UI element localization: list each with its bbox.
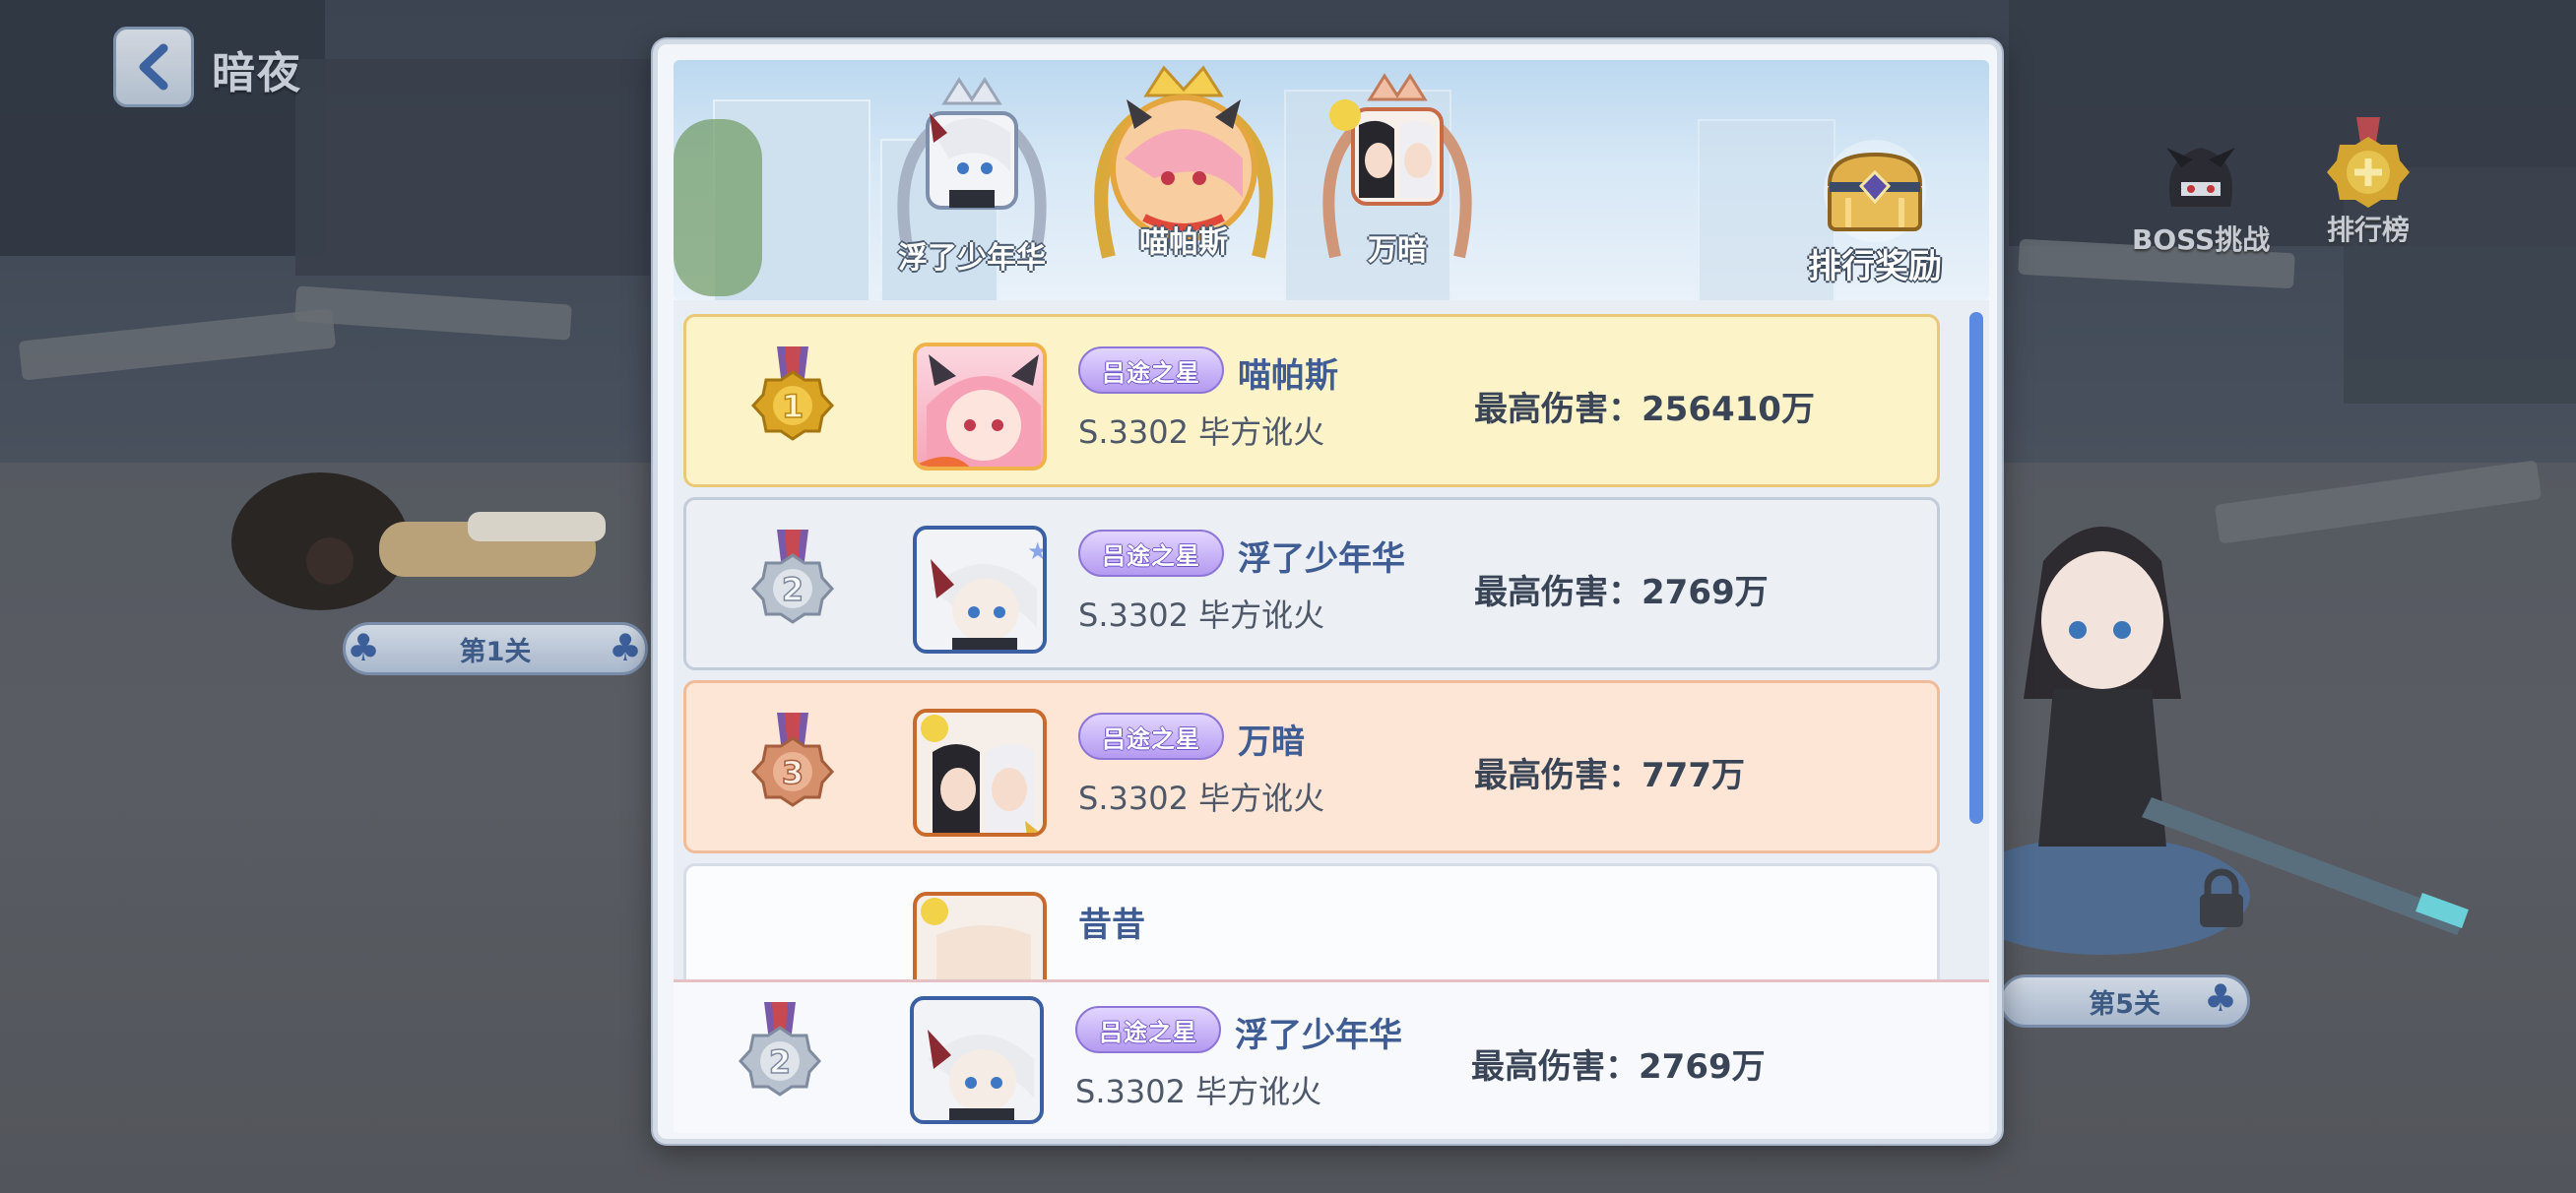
back-button[interactable] [113,27,194,107]
medal-rank-text: 2 [769,1043,791,1081]
podium-third-name: 万暗 [1368,233,1427,268]
chevron-left-icon [139,43,168,91]
stage-5-label: 第5关 [2089,988,2160,1020]
list-scrollbar[interactable] [1969,312,1983,824]
player-avatar[interactable] [913,343,1047,471]
player-name: 万暗 [1238,722,1305,762]
player-name: 喵帕斯 [1238,356,1338,396]
podium-first-place[interactable]: 喵帕斯 [1085,60,1282,261]
player-avatar[interactable] [913,892,1047,979]
medal-rank-text: 1 [782,388,804,425]
title-badge: 吕途之星 [1078,530,1224,577]
player-max-damage: 最高伤害：777万 [1474,756,1745,795]
bronze-medal-icon: 3 [750,713,835,807]
ranking-row-1[interactable]: 1 吕途之星 喵帕斯 S.3302 毕方讹火 最高伤害：256410万 [683,314,1940,487]
stage-title: 暗夜 [212,48,302,98]
podium-second-name: 浮了少年华 [898,241,1046,276]
treasure-chest-icon [1824,140,1926,242]
player-server: S.3302 毕方讹火 [1078,780,1325,817]
my-server: S.3302 毕方讹火 [1075,1073,1322,1110]
lock-icon [2194,866,2249,935]
my-max-damage: 最高伤害：2769万 [1471,1047,1766,1087]
silver-medal-icon: 2 [738,1002,822,1097]
club-icon: ♣ [609,626,643,669]
my-ranking-row: 2 吕途之星 浮了少年华 S.3302 毕方讹火 最高伤害：2769万 [674,979,1989,1133]
ranking-list[interactable]: 1 吕途之星 喵帕斯 S.3302 毕方讹火 最高伤害：256410万 2 ★ … [674,300,1989,979]
medal-rank-text: 3 [782,754,804,791]
title-badge: 吕途之星 [1078,346,1224,394]
podium-banner: 浮了少年华 喵帕斯 万暗 排行奖励 [674,60,1989,300]
ranking-label: 排行榜 [2326,214,2410,246]
player-avatar[interactable] [913,709,1047,837]
player-max-damage: 最高伤害：256410万 [1474,390,1815,429]
player-avatar[interactable]: ★ [913,526,1047,654]
boss-challenge-button[interactable]: BOSS挑战 [2132,128,2270,258]
player-server: S.3302 毕方讹火 [1078,413,1325,451]
boss-icon [2152,128,2250,226]
scrollbar-thumb[interactable] [1969,312,1983,824]
player-name: 浮了少年华 [1238,539,1405,579]
player-server: S.3302 毕方讹火 [1078,596,1325,634]
ranking-row-4[interactable]: 昔昔 [683,863,1940,979]
silver-medal-icon: 2 [750,530,835,624]
ranking-reward-label: 排行奖励 [1808,247,1942,286]
gold-medal-icon: 1 [750,346,835,441]
club-icon: ♣ [2204,976,2238,1020]
stage-1-label: 第1关 [459,636,532,667]
ranking-row-3[interactable]: 3 吕途之星 万暗 S.3302 毕方讹火 最高伤害：777万 [683,680,1940,853]
stage-1-tag[interactable]: 第1关 [343,622,648,675]
medal-rank-text: 2 [782,571,804,608]
ranking-medal-icon [2319,117,2417,217]
fallen-enemy-character [212,453,625,630]
ranking-button[interactable]: 排行榜 [2319,117,2417,248]
player-max-damage: 最高伤害：2769万 [1474,573,1769,612]
player-name: 昔昔 [1078,906,1145,945]
svg-text:★: ★ [1027,537,1047,565]
title-badge: 吕途之星 [1075,1006,1221,1053]
my-name: 浮了少年华 [1235,1016,1402,1055]
title-badge: 吕途之星 [1078,713,1224,760]
boss-challenge-label: BOSS挑战 [2132,223,2271,256]
podium-second-place[interactable]: 浮了少年华 [890,74,1054,277]
podium-third-place[interactable]: 万暗 [1316,70,1479,269]
ranking-row-2[interactable]: 2 ★ 吕途之星 浮了少年华 S.3302 毕方讹火 最高伤害：2769万 [683,497,1940,670]
ranking-panel: 浮了少年华 喵帕斯 万暗 排行奖励 1 吕途之星 喵帕斯 S.3302 毕方讹火… [653,39,2002,1144]
ranking-reward-button[interactable]: 排行奖励 [1808,137,1942,287]
club-icon: ♣ [347,626,381,669]
podium-first-name: 喵帕斯 [1139,225,1228,260]
my-avatar[interactable] [910,996,1044,1124]
